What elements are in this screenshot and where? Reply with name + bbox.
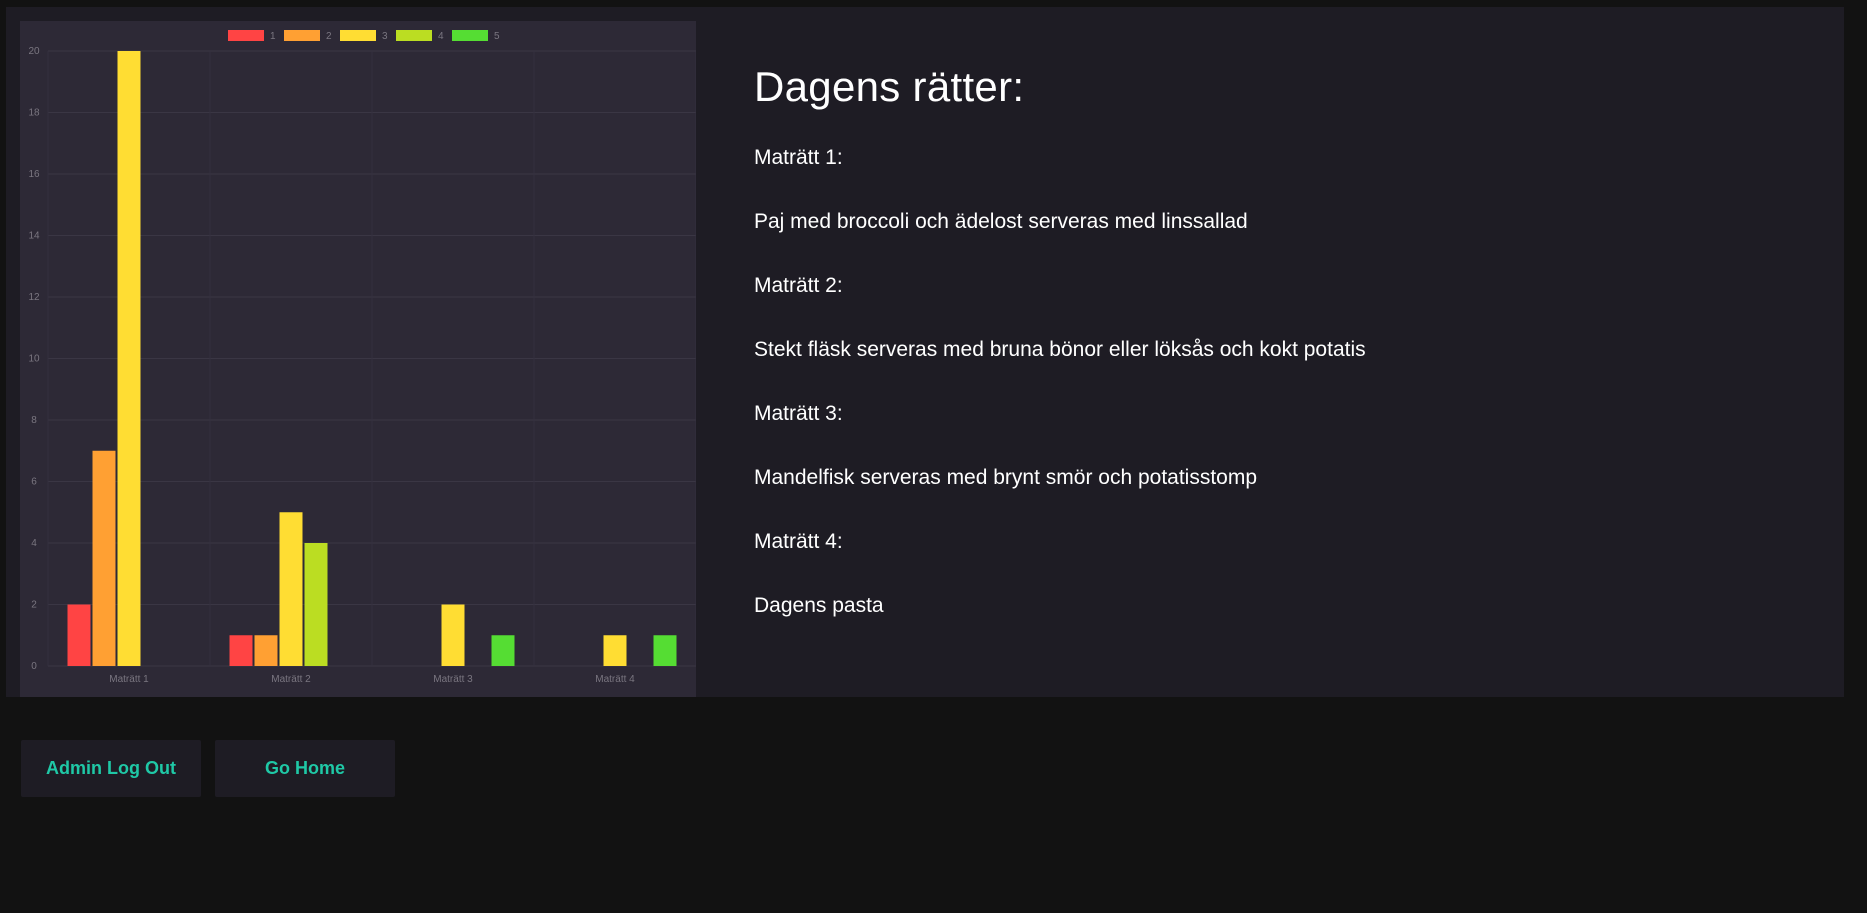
legend-label-3: 3 xyxy=(382,31,388,42)
legend-label-1: 1 xyxy=(270,31,276,42)
bar-2-series-3 xyxy=(279,512,303,666)
ratings-chart: 0 2 4 6 8 10 12 14 16 18 20 Maträtt 1 Maträtt 2 Maträ… xyxy=(20,21,696,697)
daily-menu: Dagens rätter: Maträtt 1: Paj med brocco… xyxy=(754,60,1754,654)
legend-label-4: 4 xyxy=(438,31,444,42)
y-tick-label: 4 xyxy=(31,538,37,549)
y-tick-label: 16 xyxy=(28,169,40,180)
dish-2-description: Stekt fläsk serveras med bruna bönor ell… xyxy=(754,338,1366,361)
bar-4-series-3 xyxy=(603,635,627,666)
x-tick-label: Maträtt 2 xyxy=(271,674,311,685)
y-tick-label: 12 xyxy=(28,292,40,303)
y-tick-label: 20 xyxy=(28,46,40,57)
y-tick-label: 10 xyxy=(28,354,40,365)
dish-4-description: Dagens pasta xyxy=(754,594,884,617)
dish-3-label: Maträtt 3: xyxy=(754,402,843,425)
dish-1-label: Maträtt 1: xyxy=(754,146,843,169)
page-title: Dagens rätter: xyxy=(754,63,1025,110)
bar-2-series-2 xyxy=(254,635,278,666)
y-tick-label: 18 xyxy=(28,108,40,119)
bar-3-series-5 xyxy=(491,635,515,666)
dish-4-label: Maträtt 4: xyxy=(754,530,843,553)
bar-2-series-4 xyxy=(304,543,328,666)
y-tick-label: 8 xyxy=(31,415,37,426)
dish-3-description: Mandelfisk serveras med brynt smör och p… xyxy=(754,466,1258,489)
dish-list: Maträtt 1: Paj med broccoli och ädelost … xyxy=(754,142,1754,622)
legend-swatch-5 xyxy=(452,30,488,41)
bar-1-series-3 xyxy=(117,51,141,666)
x-tick-label: Maträtt 1 xyxy=(109,674,149,685)
y-tick-label: 0 xyxy=(31,661,37,672)
y-tick-label: 6 xyxy=(31,477,37,488)
y-tick-label: 2 xyxy=(31,600,37,611)
legend-swatch-3 xyxy=(340,30,376,41)
go-home-button[interactable]: Go Home xyxy=(215,740,395,797)
y-tick-label: 14 xyxy=(28,231,40,242)
legend-swatch-2 xyxy=(284,30,320,41)
dish-1-description: Paj med broccoli och ädelost serveras me… xyxy=(754,210,1248,233)
legend-swatch-1 xyxy=(228,30,264,41)
legend-label-5: 5 xyxy=(494,31,500,42)
x-tick-label: Maträtt 4 xyxy=(595,674,635,685)
admin-logout-button[interactable]: Admin Log Out xyxy=(21,740,201,797)
dish-2-label: Maträtt 2: xyxy=(754,274,843,297)
bar-1-series-2 xyxy=(92,450,116,666)
bar-4-series-5 xyxy=(653,635,677,666)
ratings-chart-svg: 02468101214161820Maträtt 1 Maträtt 2 Maträ… xyxy=(28,30,696,685)
legend-swatch-4 xyxy=(396,30,432,41)
bar-1-series-1 xyxy=(67,604,91,666)
legend-label-2: 2 xyxy=(326,31,332,42)
bar-3-series-3 xyxy=(441,604,465,666)
bar-2-series-1 xyxy=(229,635,253,666)
x-tick-label: Maträtt 3 xyxy=(433,674,473,685)
